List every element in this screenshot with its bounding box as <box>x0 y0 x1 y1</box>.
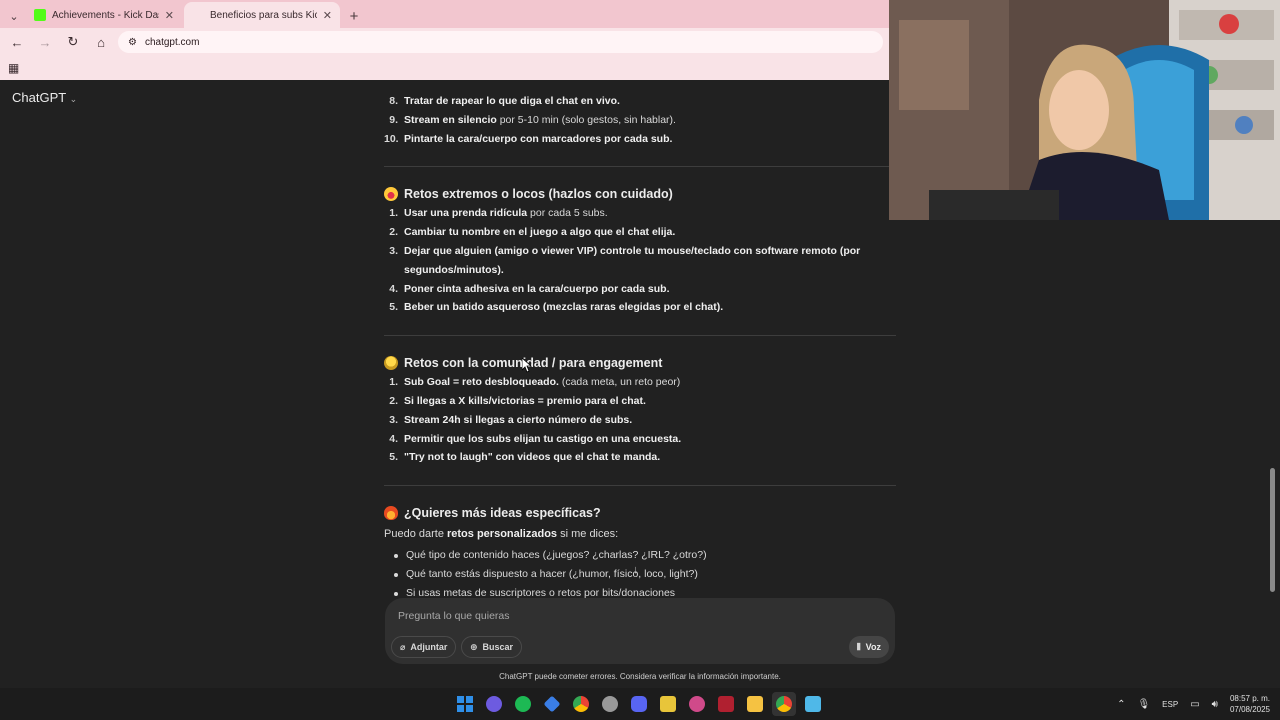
bookmarks-bar: ▦ <box>0 56 889 80</box>
app-red-icon[interactable] <box>714 692 738 716</box>
tab-title: Beneficios para subs Kick <box>210 9 317 21</box>
app-pink-icon[interactable] <box>685 692 709 716</box>
tab-close-icon[interactable]: ✕ <box>323 9 332 22</box>
tab-search-icon[interactable]: ⌄ <box>4 4 24 28</box>
clock[interactable]: 08:57 p. m. 07/08/2025 <box>1230 693 1270 715</box>
paperclip-icon: ⌀ <box>400 641 406 652</box>
paragraph: Puedo darte retos personalizados si me d… <box>384 528 619 541</box>
volume-icon[interactable]: 🔊︎ <box>1212 699 1218 710</box>
list-item: 3. Dejar que alguien (amigo o viewer VIP… <box>389 244 861 276</box>
microphone-icon[interactable]: 🎙︎ <box>1137 699 1150 710</box>
list-item: 3. Stream 24h si llegas a cierto número … <box>389 413 633 426</box>
divider <box>384 485 896 487</box>
list-item: 2. Cambiar tu nombre en el juego a algo … <box>389 226 676 239</box>
webcam-overlay <box>889 0 1280 220</box>
browser-chrome: ⌄ Achievements - Kick Dashboard ✕ Benefi… <box>0 0 889 80</box>
divider <box>384 335 896 337</box>
webcam-feed <box>889 0 1280 220</box>
copilot-icon[interactable] <box>482 692 506 716</box>
disclaimer: ChatGPT puede cometer errores. Considera… <box>499 672 781 681</box>
list-item: 1. Sub Goal = reto desbloqueado. (cada m… <box>389 376 681 389</box>
new-tab-icon[interactable]: + <box>342 4 366 28</box>
list-item: Qué tanto estás dispuesto a hacer (¿humo… <box>384 565 896 584</box>
scroll-down-arrow-icon[interactable]: ↓ <box>633 564 639 576</box>
list-item: Si usas metas de suscriptores o retos po… <box>384 584 896 598</box>
tab-kick-dashboard[interactable]: Achievements - Kick Dashboard ✕ <box>26 2 182 28</box>
attach-button[interactable]: ⌀ Adjuntar <box>391 636 457 658</box>
globe-icon: ⊕ <box>470 641 478 652</box>
conversation: 8. Tratar de rapear lo que diga el chat … <box>384 80 896 598</box>
list-item: 4. Poner cinta adhesiva en la cara/cuerp… <box>389 282 670 295</box>
list-item: Qué tipo de contenido haces (¿juegos? ¿c… <box>384 546 896 565</box>
forward-icon[interactable]: → <box>34 31 56 53</box>
date: 07/08/2025 <box>1229 705 1270 714</box>
list-item: 2. Si llegas a X kills/victorias = premi… <box>389 394 646 407</box>
voice-button[interactable]: ⦀ Voz <box>848 636 889 658</box>
list-item: 4. Permitir que los subs elijan tu casti… <box>389 432 682 445</box>
language-indicator[interactable]: ESP <box>1162 700 1178 709</box>
spotify-icon[interactable] <box>511 692 535 716</box>
tab-title: Achievements - Kick Dashboard <box>52 9 159 21</box>
chevron-up-icon[interactable]: ⌃ <box>1117 699 1125 710</box>
app-shield-icon[interactable] <box>656 692 680 716</box>
list-item: 5. Beber un batido asqueroso (mezclas ra… <box>389 301 724 314</box>
obs-icon[interactable] <box>598 692 622 716</box>
section-heading: Retos con la comunidad / para engagement <box>384 356 896 371</box>
chevron-down-icon: ⌄ <box>69 94 78 104</box>
address-bar[interactable]: ⚙ chatgpt.com <box>118 31 883 53</box>
section-heading: ¿Quieres más ideas específicas? <box>384 506 896 521</box>
site-info-icon[interactable]: ⚙ <box>128 37 137 48</box>
chrome-icon[interactable] <box>569 692 593 716</box>
list-item: 1. Usar una prenda ridícula por cada 5 s… <box>389 207 608 220</box>
search-button[interactable]: ⊕ Buscar <box>461 636 523 658</box>
app-name: ChatGPT <box>12 90 66 105</box>
list-item: 9. Stream en silencio por 5-10 min (solo… <box>389 113 676 126</box>
home-icon[interactable]: ⌂ <box>90 31 112 53</box>
composer: Pregunta lo que quieras ⌀ Adjuntar ⊕ Bus… <box>385 598 895 664</box>
network-icon[interactable]: ▭ <box>1190 699 1199 710</box>
mouse-cursor-icon <box>522 358 532 373</box>
model-selector[interactable]: ChatGPT ⌄ <box>12 90 77 105</box>
taskbar-apps <box>453 692 825 716</box>
chrome-active-icon[interactable] <box>772 692 796 716</box>
lightbulb-icon <box>384 356 398 371</box>
back-icon[interactable]: ← <box>6 31 28 53</box>
time: 08:57 p. m. <box>1229 694 1270 703</box>
address-text: chatgpt.com <box>144 36 200 48</box>
toolbar: ← → ↻ ⌂ ⚙ chatgpt.com <box>0 28 889 56</box>
kick-favicon-icon <box>34 9 46 21</box>
list-item: 10. Pintarte la cara/cuerpo con marcador… <box>384 132 673 145</box>
waveform-icon: ⦀ <box>856 641 861 652</box>
tab-beneficios[interactable]: Beneficios para subs Kick ✕ <box>184 2 340 28</box>
start-windows-icon[interactable] <box>453 692 477 716</box>
fire-icon <box>384 506 398 521</box>
tab-close-icon[interactable]: ✕ <box>165 9 174 22</box>
system-tray: ⌃ 🎙︎ ESP ▭ 🔊︎ 08:57 p. m. 07/08/2025 <box>1117 688 1270 720</box>
section-heading: Retos extremos o locos (hazlos con cuida… <box>384 187 896 202</box>
taskbar: ⌃ 🎙︎ ESP ▭ 🔊︎ 08:57 p. m. 07/08/2025 <box>0 688 1280 720</box>
list-item: 5. "Try not to laugh" con videos que el … <box>389 451 661 464</box>
scrollbar-thumb[interactable] <box>1270 468 1275 592</box>
reload-icon[interactable]: ↻ <box>62 31 84 53</box>
prompt-input[interactable]: Pregunta lo que quieras <box>398 610 510 622</box>
notepad-icon[interactable] <box>801 692 825 716</box>
blank-favicon-icon <box>192 9 204 21</box>
tab-strip: ⌄ Achievements - Kick Dashboard ✕ Benefi… <box>0 0 889 28</box>
apps-grid-icon[interactable]: ▦ <box>8 61 19 75</box>
app-diamond-icon[interactable] <box>540 692 564 716</box>
crazy-face-icon <box>384 187 398 202</box>
file-explorer-icon[interactable] <box>743 692 767 716</box>
list-item: 8. Tratar de rapear lo que diga el chat … <box>389 95 620 107</box>
list-item <box>384 83 896 89</box>
divider <box>384 166 896 168</box>
discord-icon[interactable] <box>627 692 651 716</box>
